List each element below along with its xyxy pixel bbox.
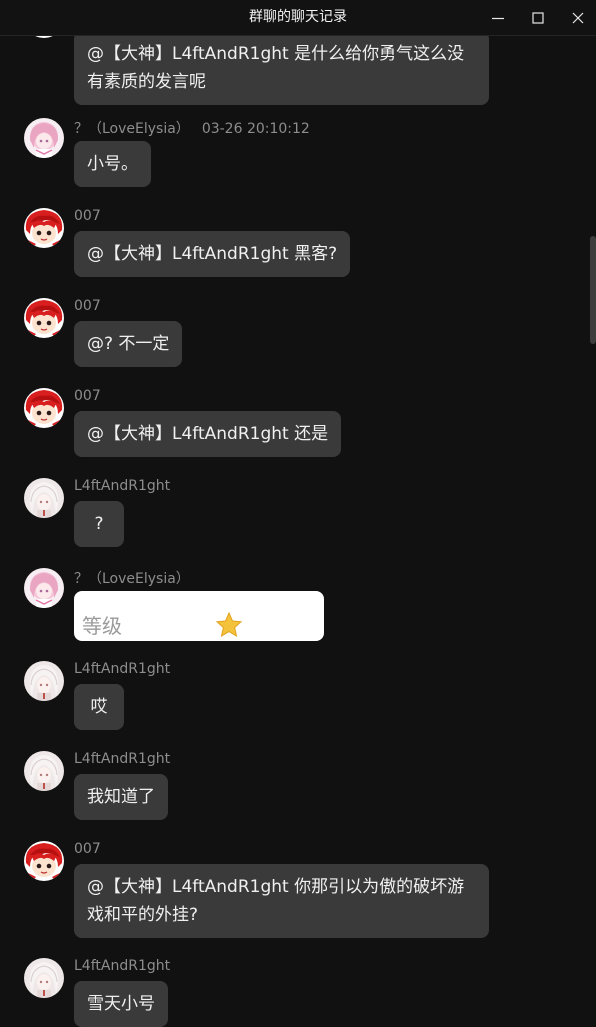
image-message[interactable]: 等级 [74,591,324,641]
maximize-icon [532,11,544,24]
message-bubble[interactable]: @【大神】L4ftAndR1ght 黑客? [74,231,351,277]
maximize-button[interactable] [518,0,558,35]
message-bubble[interactable]: 我知道了 [74,774,168,820]
avatar-red-hair[interactable] [24,841,64,881]
sender-name: 007 [74,298,101,314]
message-bubble[interactable]: ? [74,501,124,547]
sender-name: L4ftAndR1ght [74,958,171,974]
message-bubble[interactable]: 雪天小号 [74,981,168,1027]
sender-name: 007 [74,841,101,857]
message-bubble[interactable]: 小号。 [74,141,151,187]
sender-name: ？（LoveElysia） [74,571,190,587]
avatar-pink-hair[interactable] [24,118,64,158]
message-bubble[interactable]: 哎 [74,684,124,730]
sender-name: L4ftAndR1ght [74,478,171,494]
close-icon [572,12,584,23]
image-caption: 等级 [82,614,122,638]
sender-name: 007 [74,208,101,224]
sender-name: 007 [74,388,101,404]
avatar-white-hair[interactable] [24,661,64,701]
avatar-red-hair[interactable] [24,208,64,248]
avatar-pink-hair[interactable] [24,568,64,608]
message-time: 03-26 20:10:12 [201,121,310,137]
close-button[interactable] [558,0,596,35]
message-bubble[interactable]: @? 不一定 [74,321,183,367]
avatar-white-hair[interactable] [24,478,64,518]
minimize-icon [492,17,504,19]
message-meta: ？（LoveElysia） 03-26 20:10:12 [74,118,310,138]
message-bubble[interactable]: @【大神】L4ftAndR1ght 还是 [74,411,342,457]
scrollbar-thumb[interactable] [590,236,596,344]
message-bubble[interactable]: @【大神】L4ftAndR1ght 你那引以为傲的破坏游戏和平的外挂? [74,864,489,938]
avatar-red-hair[interactable] [24,298,64,338]
star-icon [215,611,243,638]
sender-name: ？（LoveElysia） [74,121,190,137]
title-bar: 群聊的聊天记录 [0,0,596,36]
avatar-white-hair[interactable] [24,958,64,998]
avatar-red-hair[interactable] [24,388,64,428]
sender-name: L4ftAndR1ght [74,661,171,677]
message-bubble[interactable]: @【大神】L4ftAndR1ght 是什么给你勇气这么没有素质的发言呢 [74,31,489,105]
avatar-white-hair[interactable] [24,751,64,791]
minimize-button[interactable] [478,0,518,35]
sender-name: L4ftAndR1ght [74,751,171,767]
